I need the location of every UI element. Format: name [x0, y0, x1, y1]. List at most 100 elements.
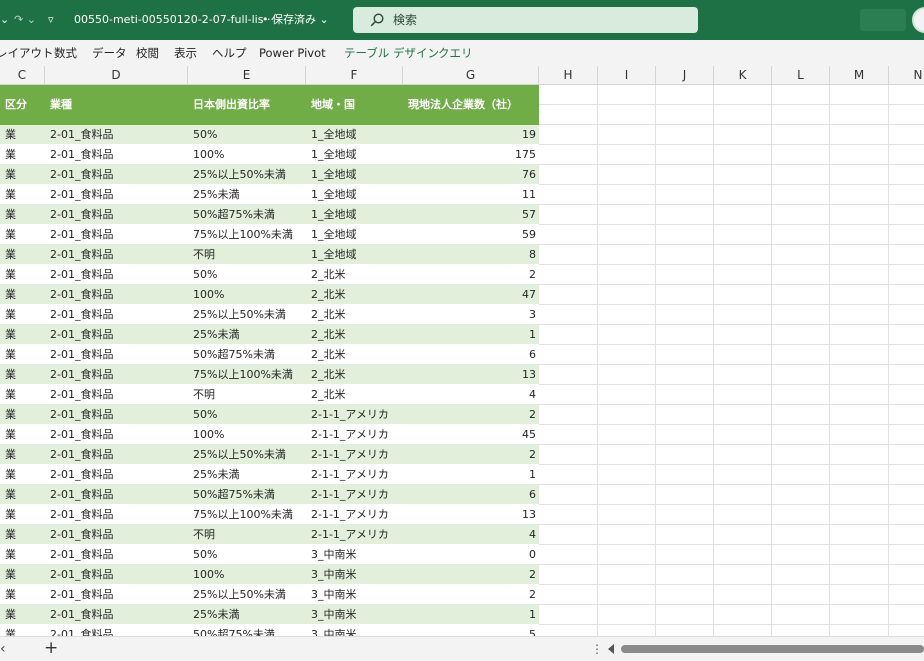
table-row[interactable]: 業 2-01_食料品 100% 3_中南米 2 [0, 565, 924, 585]
empty-cell[interactable] [772, 365, 830, 385]
empty-cell[interactable] [656, 585, 714, 605]
cell-region[interactable]: 2-1-1_アメリカ [306, 465, 403, 485]
avatar[interactable] [912, 7, 924, 33]
empty-cell[interactable] [830, 165, 889, 185]
cell-category[interactable]: 業 [0, 485, 45, 505]
empty-cell[interactable] [830, 125, 889, 145]
empty-cell[interactable] [772, 605, 830, 625]
cell-ratio[interactable]: 25%以上50%未満 [188, 585, 306, 605]
table-row[interactable]: 業 2-01_食料品 50% 2-1-1_アメリカ 2 [0, 405, 924, 425]
empty-cell[interactable] [889, 505, 924, 525]
quick-access-customize-icon[interactable]: ▿ [48, 0, 54, 40]
empty-cell[interactable] [714, 305, 772, 325]
empty-cell[interactable] [714, 285, 772, 305]
empty-cell[interactable] [714, 325, 772, 345]
save-status[interactable]: • 保存済み ⌄ [262, 0, 329, 40]
cell-category[interactable]: 業 [0, 225, 45, 245]
empty-cell[interactable] [714, 145, 772, 165]
cell-ratio[interactable]: 50%超75%未満 [188, 205, 306, 225]
cell-ratio[interactable]: 50%超75%未満 [188, 485, 306, 505]
empty-cell[interactable] [830, 385, 889, 405]
cell-ratio[interactable]: 25%以上50%未満 [188, 445, 306, 465]
cell-count[interactable]: 45 [403, 425, 539, 445]
cell-region[interactable]: 2-1-1_アメリカ [306, 445, 403, 465]
empty-cell[interactable] [714, 505, 772, 525]
empty-cell[interactable] [598, 265, 656, 285]
table-row[interactable]: 業 2-01_食料品 25%未満 2_北米 1 [0, 325, 924, 345]
column-header-n[interactable]: N [889, 66, 924, 84]
empty-cell[interactable] [772, 405, 830, 425]
tab-data[interactable]: データ [92, 40, 127, 66]
cell-region[interactable]: 2-1-1_アメリカ [306, 425, 403, 445]
empty-cell[interactable] [656, 285, 714, 305]
empty-cell[interactable] [772, 325, 830, 345]
table-header-industry[interactable]: 業種 [45, 85, 188, 125]
empty-cell[interactable] [598, 585, 656, 605]
cell-region[interactable]: 2-1-1_アメリカ [306, 485, 403, 505]
empty-cell[interactable] [889, 185, 924, 205]
cell-industry[interactable]: 2-01_食料品 [45, 325, 188, 345]
cell-industry[interactable]: 2-01_食料品 [45, 285, 188, 305]
cell-category[interactable]: 業 [0, 345, 45, 365]
empty-cell[interactable] [889, 485, 924, 505]
empty-cell[interactable] [598, 305, 656, 325]
cell-count[interactable]: 2 [403, 585, 539, 605]
cell-ratio[interactable]: 25%以上50%未満 [188, 165, 306, 185]
empty-cell[interactable] [598, 425, 656, 445]
table-row[interactable]: 業 2-01_食料品 50% 3_中南米 0 [0, 545, 924, 565]
empty-cell[interactable] [539, 265, 598, 285]
empty-cell[interactable] [598, 605, 656, 625]
empty-cell[interactable] [656, 385, 714, 405]
empty-cell[interactable] [539, 105, 598, 125]
empty-cell[interactable] [598, 345, 656, 365]
cell-category[interactable]: 業 [0, 565, 45, 585]
empty-cell[interactable] [656, 185, 714, 205]
empty-cell[interactable] [772, 165, 830, 185]
empty-cell[interactable] [598, 485, 656, 505]
empty-cell[interactable] [772, 205, 830, 225]
cell-category[interactable]: 業 [0, 305, 45, 325]
empty-cell[interactable] [889, 585, 924, 605]
empty-cell[interactable] [830, 585, 889, 605]
cell-ratio[interactable]: 100% [188, 565, 306, 585]
empty-cell[interactable] [830, 485, 889, 505]
cell-count[interactable]: 175 [403, 145, 539, 165]
cell-region[interactable]: 1_全地域 [306, 165, 403, 185]
cell-count[interactable]: 2 [403, 405, 539, 425]
empty-cell[interactable] [772, 445, 830, 465]
empty-cell[interactable] [830, 625, 889, 636]
table-row[interactable]: 業 2-01_食料品 25%以上50%未満 1_全地域 76 [0, 165, 924, 185]
cell-ratio[interactable]: 25%以上50%未満 [188, 305, 306, 325]
empty-cell[interactable] [889, 325, 924, 345]
empty-cell[interactable] [656, 545, 714, 565]
empty-cell[interactable] [889, 125, 924, 145]
empty-cell[interactable] [889, 145, 924, 165]
cell-count[interactable]: 6 [403, 485, 539, 505]
empty-cell[interactable] [889, 225, 924, 245]
empty-cell[interactable] [830, 85, 889, 105]
table-row[interactable]: 業 2-01_食料品 100% 2-1-1_アメリカ 45 [0, 425, 924, 445]
empty-cell[interactable] [830, 325, 889, 345]
empty-cell[interactable] [889, 605, 924, 625]
cell-region[interactable]: 1_全地域 [306, 185, 403, 205]
empty-cell[interactable] [539, 125, 598, 145]
cell-region[interactable]: 2_北米 [306, 365, 403, 385]
empty-cell[interactable] [656, 345, 714, 365]
empty-cell[interactable] [656, 405, 714, 425]
empty-cell[interactable] [539, 525, 598, 545]
cell-region[interactable]: 3_中南米 [306, 565, 403, 585]
table-row[interactable]: 業 2-01_食料品 75%以上100%未満 1_全地域 59 [0, 225, 924, 245]
cell-region[interactable]: 2_北米 [306, 305, 403, 325]
table-row[interactable]: 業 2-01_食料品 50%超75%未満 2_北米 6 [0, 345, 924, 365]
empty-cell[interactable] [656, 85, 714, 105]
cell-ratio[interactable]: 50%超75%未満 [188, 345, 306, 365]
cell-category[interactable]: 業 [0, 605, 45, 625]
empty-cell[interactable] [714, 525, 772, 545]
empty-cell[interactable] [539, 505, 598, 525]
empty-cell[interactable] [598, 145, 656, 165]
worksheet-grid[interactable]: 区分 業種 日本側出資比率 地域・国 現地法人企業数（社） 業 2-01_食料品 5… [0, 85, 924, 636]
cell-category[interactable]: 業 [0, 445, 45, 465]
empty-cell[interactable] [598, 225, 656, 245]
empty-cell[interactable] [772, 85, 830, 105]
empty-cell[interactable] [714, 165, 772, 185]
